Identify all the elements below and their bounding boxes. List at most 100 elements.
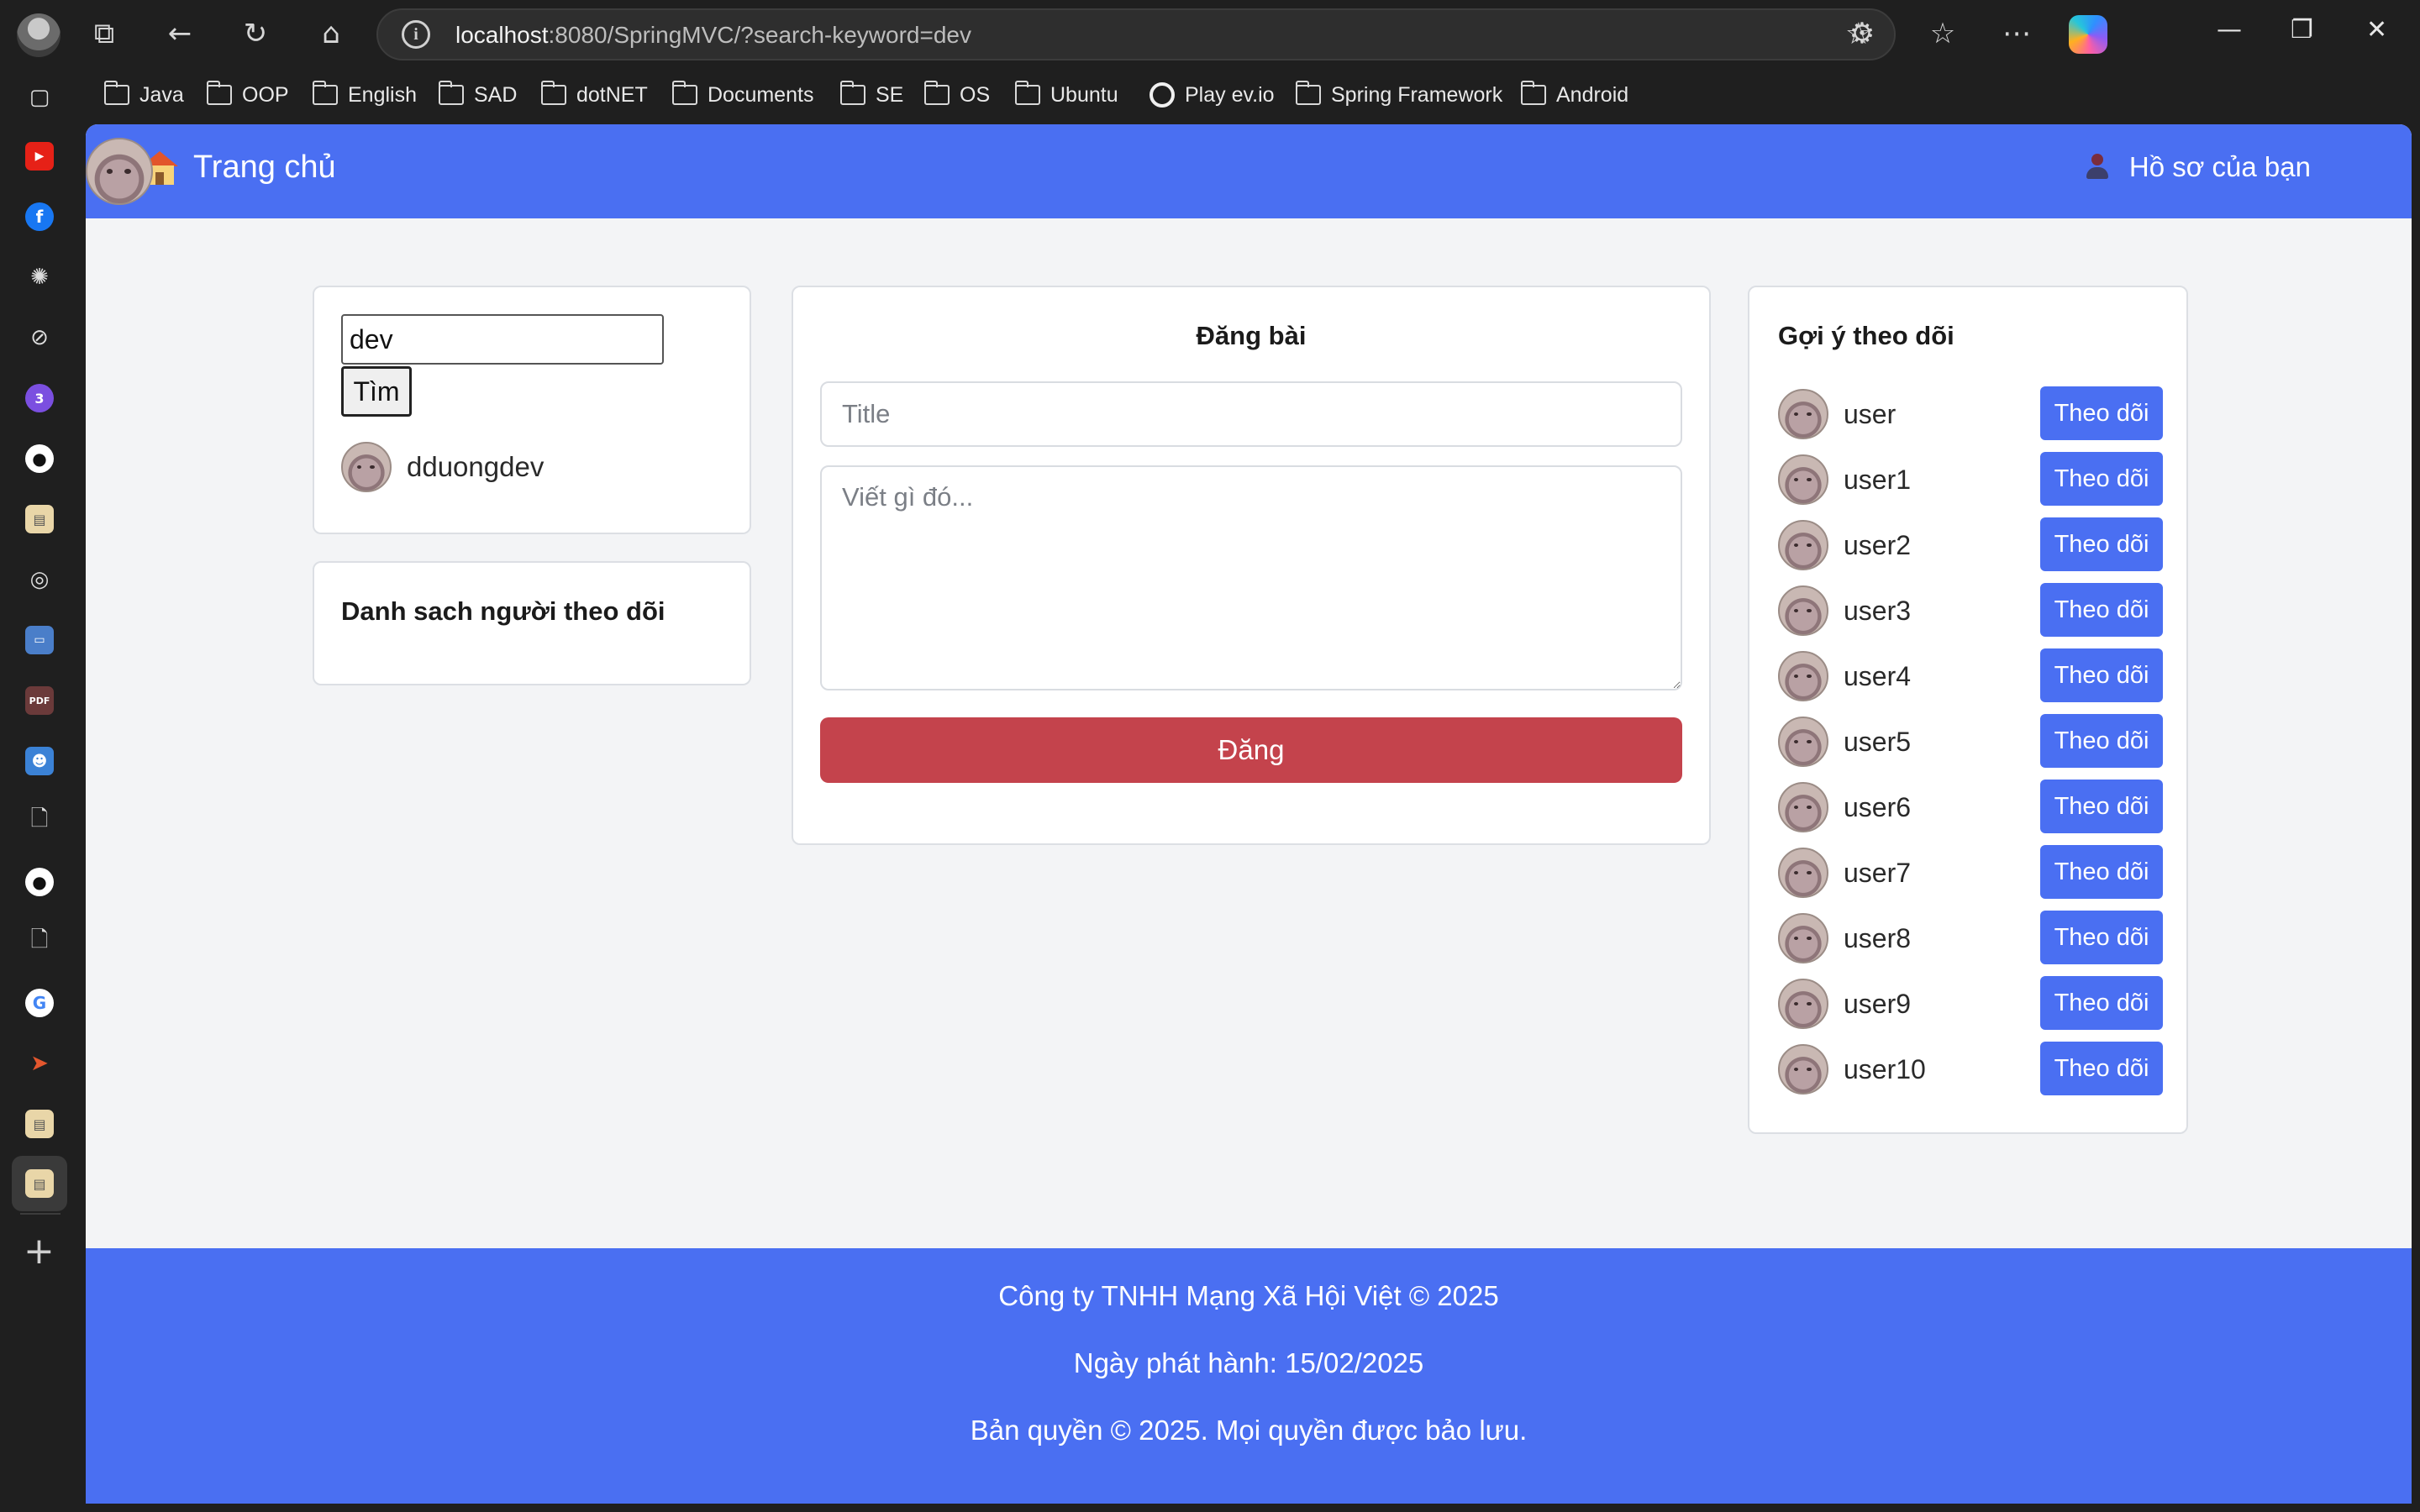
follow-button[interactable]: Theo dõi	[2040, 714, 2163, 768]
follow-button[interactable]: Theo dõi	[2040, 845, 2163, 899]
avatar	[1778, 782, 1828, 832]
favorites-icon[interactable]: ☆	[1923, 13, 1963, 54]
suggestion-username[interactable]: user2	[1844, 530, 1911, 561]
suggestion-row: user2 Theo dõi	[1778, 512, 2163, 578]
vertical-tabs-icon[interactable]: ▢	[24, 82, 55, 113]
follow-button[interactable]: Theo dõi	[2040, 1042, 2163, 1095]
restore-icon[interactable]: ❐	[2291, 15, 2313, 45]
profile-label: Hồ sơ của bạn	[2128, 151, 2311, 182]
home-icon[interactable]: ⌂	[311, 13, 351, 54]
follow-button[interactable]: Theo dõi	[2040, 648, 2163, 702]
github-icon[interactable]: ●	[24, 867, 55, 897]
bookmark-dotnet[interactable]: dotNET	[540, 79, 648, 111]
address-bar[interactable]: i localhost:8080/SpringMVC/?search-keywo…	[376, 8, 1896, 60]
post-title-input[interactable]	[820, 381, 1682, 447]
post-content-textarea[interactable]	[820, 465, 1682, 690]
suggestion-username[interactable]: user4	[1844, 661, 1911, 692]
workspaces-icon[interactable]: ⧉	[84, 13, 124, 54]
follow-suggestions-card: Gợi ý theo dõi user Theo dõi user1 Theo dõi…	[1748, 286, 2188, 1134]
site-info-icon[interactable]: i	[402, 20, 430, 49]
bookmark-os[interactable]: OS	[923, 79, 990, 111]
suggestions-heading: Gợi ý theo dõi	[1778, 321, 1954, 350]
pdf-icon[interactable]: PDF	[24, 685, 55, 716]
footer-copyright: Bản quyền © 2025. Mọi quyền được bảo lưu…	[970, 1415, 1528, 1446]
bookmark-android[interactable]: Android	[1520, 79, 1628, 111]
avatar	[1778, 717, 1828, 767]
folder-icon	[540, 81, 566, 105]
contacts-icon[interactable]: ☻	[24, 746, 55, 776]
bookmark-ubuntu[interactable]: Ubuntu	[1014, 79, 1118, 111]
follow-button[interactable]: Theo dõi	[2040, 517, 2163, 571]
url-text[interactable]: localhost:8080/SpringMVC/?search-keyword…	[455, 22, 971, 49]
close-icon[interactable]: ✕	[2366, 15, 2387, 45]
sidebar-divider	[20, 1213, 60, 1215]
avatar	[1778, 585, 1828, 636]
bookmark-oop[interactable]: OOP	[206, 79, 289, 111]
folder-icon	[103, 81, 129, 105]
document-icon[interactable]: 🗋	[24, 806, 55, 837]
person-icon	[2086, 154, 2109, 181]
copilot-icon[interactable]	[2069, 15, 2107, 54]
suggestion-username[interactable]: user3	[1844, 596, 1911, 627]
bookmark-play-ev-io[interactable]: Play ev.io	[1150, 79, 1275, 111]
image-icon[interactable]: ▤	[24, 1109, 55, 1139]
perplexity-icon[interactable]: ⊘	[24, 323, 55, 353]
minimize-icon[interactable]: —	[2217, 15, 2242, 45]
follow-button[interactable]: Theo dõi	[2040, 976, 2163, 1030]
github-icon[interactable]: ●	[24, 444, 55, 474]
profile-link[interactable]: Hồ sơ của bạn	[2086, 151, 2311, 183]
suggestion-username[interactable]: user8	[1844, 923, 1911, 954]
suggestion-username[interactable]: user7	[1844, 858, 1911, 889]
bookmark-spring-framework[interactable]: Spring Framework	[1295, 79, 1502, 111]
follow-button[interactable]: Theo dõi	[2040, 452, 2163, 506]
messenger-icon[interactable]: 3	[24, 383, 55, 413]
image-icon-active[interactable]: ▤	[12, 1156, 67, 1211]
more-menu-icon[interactable]: ⋯	[1996, 13, 2037, 54]
follow-button[interactable]: Theo dõi	[2040, 911, 2163, 964]
follow-button[interactable]: Theo dõi	[2040, 386, 2163, 440]
ev-io-icon	[1150, 82, 1175, 108]
suggestion-username[interactable]: user6	[1844, 792, 1911, 823]
suggestion-username[interactable]: user9	[1844, 989, 1911, 1020]
image-icon[interactable]: ▤	[24, 504, 55, 534]
suggestion-row: user6 Theo dõi	[1778, 774, 2163, 840]
suggestion-username[interactable]: user1	[1844, 465, 1911, 496]
browser-profile-avatar[interactable]	[17, 13, 60, 57]
user-avatar[interactable]	[86, 138, 153, 205]
suggestion-username[interactable]: user10	[1844, 1054, 1926, 1085]
youtube-icon[interactable]: ▶	[24, 141, 55, 171]
document-icon[interactable]: 🗋	[24, 927, 55, 958]
folder-icon	[839, 81, 865, 105]
chatgpt-icon[interactable]: ✺	[24, 262, 55, 292]
refresh-icon[interactable]: ↻	[235, 13, 276, 54]
facebook-icon[interactable]: f	[24, 202, 55, 232]
monitor-icon[interactable]: ▭	[24, 625, 55, 655]
bookmark-english[interactable]: English	[312, 79, 417, 111]
google-icon[interactable]: G	[24, 988, 55, 1018]
follow-button[interactable]: Theo dõi	[2040, 780, 2163, 833]
add-icon[interactable]: +	[24, 1233, 55, 1270]
browser-sidebar: ▢ ▶ f ✺ ⊘ 3 ● ▤ ◎ ▭ PDF ☻ 🗋 ● 🗋 G ➤ ▤ ▤ …	[0, 0, 82, 1512]
suggestion-username[interactable]: user5	[1844, 727, 1911, 758]
back-icon[interactable]: ←	[160, 13, 200, 54]
home-link[interactable]: Trang chủ	[141, 150, 336, 186]
avatar	[1778, 651, 1828, 701]
search-button[interactable]: Tìm	[341, 366, 412, 417]
avatar	[1778, 454, 1828, 505]
suggestion-username[interactable]: user	[1844, 399, 1896, 430]
search-input[interactable]	[341, 314, 664, 365]
avatar	[1778, 1044, 1828, 1095]
globe-icon[interactable]: ◎	[24, 564, 55, 595]
post-submit-button[interactable]: Đăng	[820, 717, 1682, 783]
bookmark-sad[interactable]: SAD	[438, 79, 517, 111]
bookmark-documents[interactable]: Documents	[671, 79, 813, 111]
bookmark-java[interactable]: Java	[103, 79, 184, 111]
search-result-item[interactable]: dduongdev	[341, 442, 544, 492]
extensions-icon[interactable]: ⚙	[1842, 13, 1882, 54]
follow-button[interactable]: Theo dõi	[2040, 583, 2163, 637]
suggestion-row: user7 Theo dõi	[1778, 840, 2163, 906]
home-label: Trang chủ	[193, 150, 336, 185]
bookmark-se[interactable]: SE	[839, 79, 903, 111]
search-result-username[interactable]: dduongdev	[407, 451, 544, 483]
arrow-app-icon[interactable]: ➤	[24, 1048, 55, 1079]
